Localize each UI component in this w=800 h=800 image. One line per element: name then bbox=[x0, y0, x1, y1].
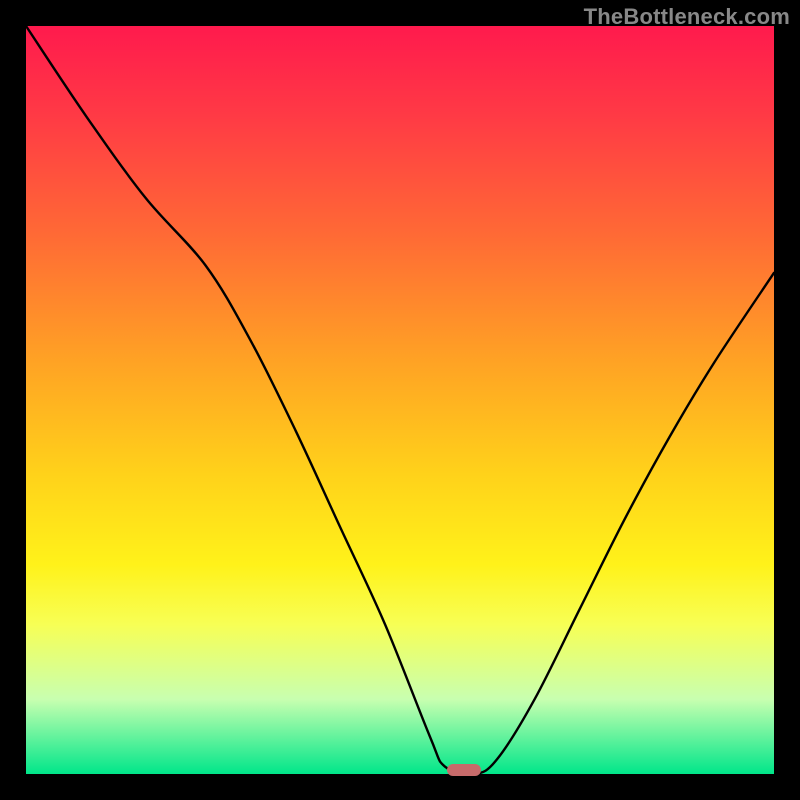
optimal-marker bbox=[447, 764, 481, 776]
bottleneck-curve bbox=[26, 26, 774, 774]
chart-frame: TheBottleneck.com bbox=[0, 0, 800, 800]
curve-path bbox=[26, 26, 774, 774]
plot-area bbox=[26, 26, 774, 774]
